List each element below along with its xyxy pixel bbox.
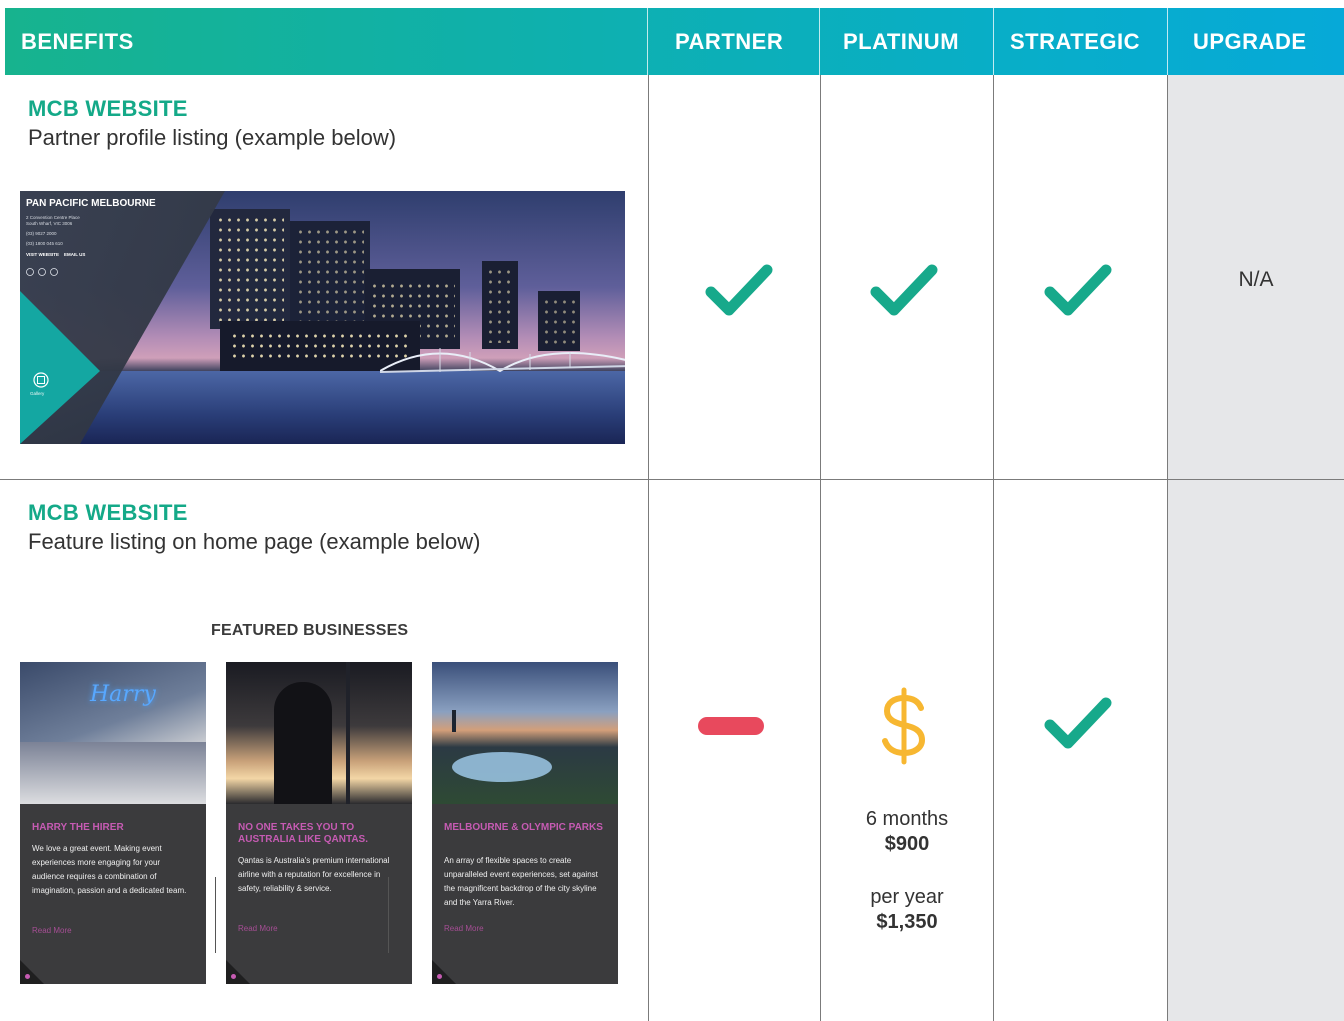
card-title: NO ONE TAKES YOU TO AUSTRALIA LIKE QANTA… bbox=[238, 822, 368, 845]
card-divider bbox=[388, 877, 389, 953]
row2-title: MCB WEBSITE bbox=[28, 500, 188, 525]
featured-card: MELBOURNE & OLYMPIC PARKS An array of fl… bbox=[432, 662, 618, 984]
platinum-dollar-icon bbox=[882, 687, 926, 765]
strategic-check-icon bbox=[1044, 697, 1112, 749]
table-header: BENEFITS PARTNER PLATINUM STRATEGIC UPGR… bbox=[5, 8, 1344, 75]
card-image bbox=[432, 662, 618, 804]
example-links: VISIT WEBSITE EMAIL US bbox=[26, 252, 86, 257]
header-divider bbox=[1167, 8, 1168, 75]
card-body: Qantas is Australia's premium internatio… bbox=[238, 856, 390, 893]
gallery-icon bbox=[33, 372, 49, 388]
card-title: MELBOURNE & OLYMPIC PARKS bbox=[444, 822, 603, 833]
card-title: HARRY THE HIRER bbox=[32, 822, 124, 833]
row1-title: MCB WEBSITE bbox=[28, 96, 188, 121]
example-venue-name: PAN PACIFIC MELBOURNE bbox=[26, 198, 156, 209]
six-months-price: $900 bbox=[884, 833, 930, 855]
header-benefits: BENEFITS bbox=[21, 29, 134, 54]
header-platinum: PLATINUM bbox=[843, 29, 960, 54]
read-more-link[interactable]: Read More bbox=[444, 924, 484, 933]
card-body: An array of flexible spaces to create un… bbox=[444, 856, 598, 907]
read-more-link[interactable]: Read More bbox=[238, 924, 278, 933]
per-year-price: $1,350 bbox=[876, 911, 938, 933]
header-divider bbox=[647, 8, 648, 75]
header-divider bbox=[819, 8, 820, 75]
upgrade-column bbox=[1168, 75, 1344, 1021]
example-address-line: South Wharf, VIC 3006 bbox=[26, 221, 73, 226]
bridge-icon bbox=[380, 348, 625, 373]
header-strategic: STRATEGIC bbox=[1010, 29, 1140, 54]
featured-card: NO ONE TAKES YOU TO AUSTRALIA LIKE QANTA… bbox=[226, 662, 412, 984]
partner-check-icon bbox=[705, 264, 773, 316]
gallery-label: Gallery bbox=[30, 391, 45, 396]
header-divider bbox=[993, 8, 994, 75]
column-divider bbox=[820, 75, 821, 1021]
card-image: Harry bbox=[20, 662, 206, 804]
card-image bbox=[226, 662, 412, 804]
column-divider bbox=[648, 75, 649, 1021]
upgrade-na: N/A bbox=[1238, 268, 1274, 291]
card-body: We love a great event. Making event expe… bbox=[32, 844, 187, 895]
partner-dash-icon bbox=[698, 717, 764, 735]
example-phone: (03) 9027 2000 bbox=[26, 231, 57, 236]
example-phone: (03) 1800 045 610 bbox=[26, 241, 63, 246]
platinum-check-icon bbox=[870, 264, 938, 316]
strategic-check-icon bbox=[1044, 264, 1112, 316]
featured-card: Harry HARRY THE HIRER We love a great ev… bbox=[20, 662, 206, 984]
read-more-link[interactable]: Read More bbox=[32, 926, 72, 935]
row1-subtitle: Partner profile listing (example below) bbox=[28, 125, 397, 150]
column-divider bbox=[1167, 75, 1168, 1021]
column-divider bbox=[993, 75, 994, 1021]
card-divider bbox=[215, 877, 216, 953]
social-icons bbox=[26, 268, 58, 276]
row2-subtitle: Feature listing on home page (example be… bbox=[28, 529, 481, 554]
row-divider bbox=[0, 479, 1344, 480]
header-upgrade: UPGRADE bbox=[1193, 29, 1307, 54]
six-months-label: 6 months bbox=[865, 808, 949, 830]
per-year-label: per year bbox=[870, 886, 944, 908]
featured-businesses-heading: FEATURED BUSINESSES bbox=[211, 622, 409, 639]
header-partner: PARTNER bbox=[675, 29, 784, 54]
partner-profile-example-image: PAN PACIFIC MELBOURNE 2 Convention Centr… bbox=[20, 191, 625, 444]
